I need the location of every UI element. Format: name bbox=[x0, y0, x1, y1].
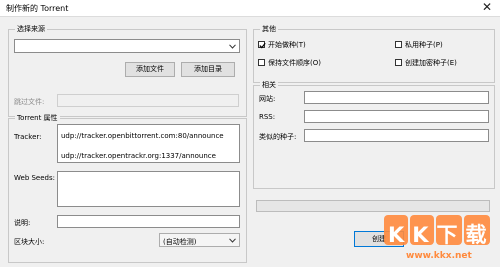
tracker-label: Tracker: bbox=[14, 133, 42, 141]
website-input[interactable] bbox=[304, 91, 489, 104]
checkmark-icon bbox=[259, 42, 266, 49]
title-bar: 制作新的 Torrent ✕ bbox=[0, 0, 500, 16]
source-combobox[interactable] bbox=[14, 39, 240, 53]
dialog-body: 选择来源 添加文件 添加目录 跳过文件: Torrent 属性 Tracker:… bbox=[0, 16, 500, 267]
piece-size-select[interactable]: (自动检测) bbox=[159, 233, 240, 247]
add-file-button[interactable]: 添加文件 bbox=[125, 62, 175, 77]
website-label: 网站: bbox=[259, 95, 276, 103]
source-group: 选择来源 添加文件 添加目录 跳过文件: bbox=[8, 25, 247, 117]
comment-input[interactable] bbox=[57, 215, 240, 228]
related-group: 相关 网站: RSS: 类似的种子: bbox=[253, 81, 495, 189]
tracker-url: udp://tracker.openbittorrent.com:80/anno… bbox=[61, 132, 224, 140]
source-group-title: 选择来源 bbox=[15, 25, 47, 34]
rss-label: RSS: bbox=[259, 113, 276, 121]
comment-label: 说明: bbox=[14, 219, 31, 227]
related-group-title: 相关 bbox=[260, 81, 278, 90]
encrypted-torrent-label[interactable]: 创建加密种子(E) bbox=[405, 58, 457, 68]
piece-size-label: 区块大小: bbox=[14, 238, 45, 246]
private-torrent-label[interactable]: 私用种子(P) bbox=[405, 40, 443, 50]
chevron-down-icon bbox=[229, 238, 236, 243]
piece-size-value: (自动检测) bbox=[163, 238, 197, 246]
close-icon[interactable]: ✕ bbox=[482, 0, 492, 14]
keep-file-order-label[interactable]: 保持文件顺序(O) bbox=[268, 58, 321, 68]
similar-torrents-input[interactable] bbox=[304, 129, 489, 142]
encrypted-torrent-checkbox[interactable] bbox=[395, 59, 402, 66]
other-options-title: 其他 bbox=[260, 25, 278, 34]
add-directory-button[interactable]: 添加目录 bbox=[181, 62, 235, 77]
watermark-logo-text: KK下载 bbox=[388, 223, 495, 247]
start-seeding-checkbox[interactable] bbox=[258, 41, 266, 49]
rss-input[interactable] bbox=[304, 110, 489, 123]
tracker-url: udp://tracker.opentrackr.org:1337/announ… bbox=[61, 152, 216, 160]
watermark-logo: KK下载 www.kkx.net bbox=[382, 211, 494, 263]
start-seeding-label[interactable]: 开始做种(T) bbox=[268, 40, 306, 50]
other-options-group: 其他 开始做种(T) 私用种子(P) 保持文件顺序(O) 创建加密种子(E) bbox=[253, 25, 495, 83]
torrent-properties-group: Torrent 属性 Tracker: udp://tracker.openbi… bbox=[8, 114, 247, 263]
web-seeds-textarea[interactable] bbox=[57, 171, 240, 207]
skip-files-input bbox=[57, 94, 239, 107]
chevron-down-icon[interactable] bbox=[229, 44, 236, 49]
skip-files-label: 跳过文件: bbox=[14, 98, 45, 106]
private-torrent-checkbox[interactable] bbox=[395, 41, 402, 48]
keep-file-order-checkbox[interactable] bbox=[258, 59, 265, 66]
web-seeds-label: Web Seeds: bbox=[14, 174, 55, 182]
tracker-textarea[interactable]: udp://tracker.openbittorrent.com:80/anno… bbox=[57, 124, 240, 163]
window-title: 制作新的 Torrent bbox=[6, 4, 69, 13]
watermark-url: www.kkx.net bbox=[406, 251, 472, 261]
similar-torrents-label: 类似的种子: bbox=[259, 133, 297, 141]
torrent-properties-title: Torrent 属性 bbox=[15, 114, 60, 123]
